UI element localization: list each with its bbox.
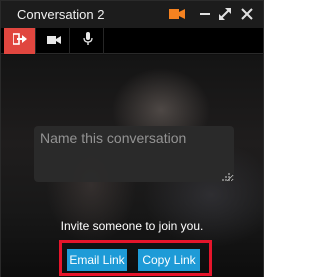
copy-link-button[interactable]: Copy Link [138, 249, 200, 271]
conversation-toolbar [1, 28, 263, 54]
window-title: Conversation 2 [17, 7, 105, 22]
close-icon[interactable] [239, 7, 255, 21]
sign-out-button[interactable] [4, 28, 36, 54]
maximize-icon[interactable] [217, 7, 233, 21]
video-button[interactable] [38, 28, 70, 54]
minimize-icon[interactable] [197, 7, 213, 21]
video-camera-icon [46, 32, 61, 50]
video-preview: Invite someone to join you. Email Link C… [1, 55, 263, 277]
title-bar: Conversation 2 [1, 1, 263, 28]
email-link-button[interactable]: Email Link [67, 249, 127, 271]
conversation-name-box [34, 126, 234, 182]
microphone-button[interactable] [72, 28, 104, 54]
microphone-icon [82, 31, 93, 51]
conversation-name-input[interactable] [34, 126, 234, 182]
sign-out-icon [11, 32, 27, 50]
invite-message: Invite someone to join you. [60, 219, 204, 233]
resize-grip-icon[interactable] [221, 169, 231, 181]
conversation-window: Conversation 2 Name this conversation In… [0, 0, 264, 277]
camera-icon[interactable] [169, 7, 185, 21]
